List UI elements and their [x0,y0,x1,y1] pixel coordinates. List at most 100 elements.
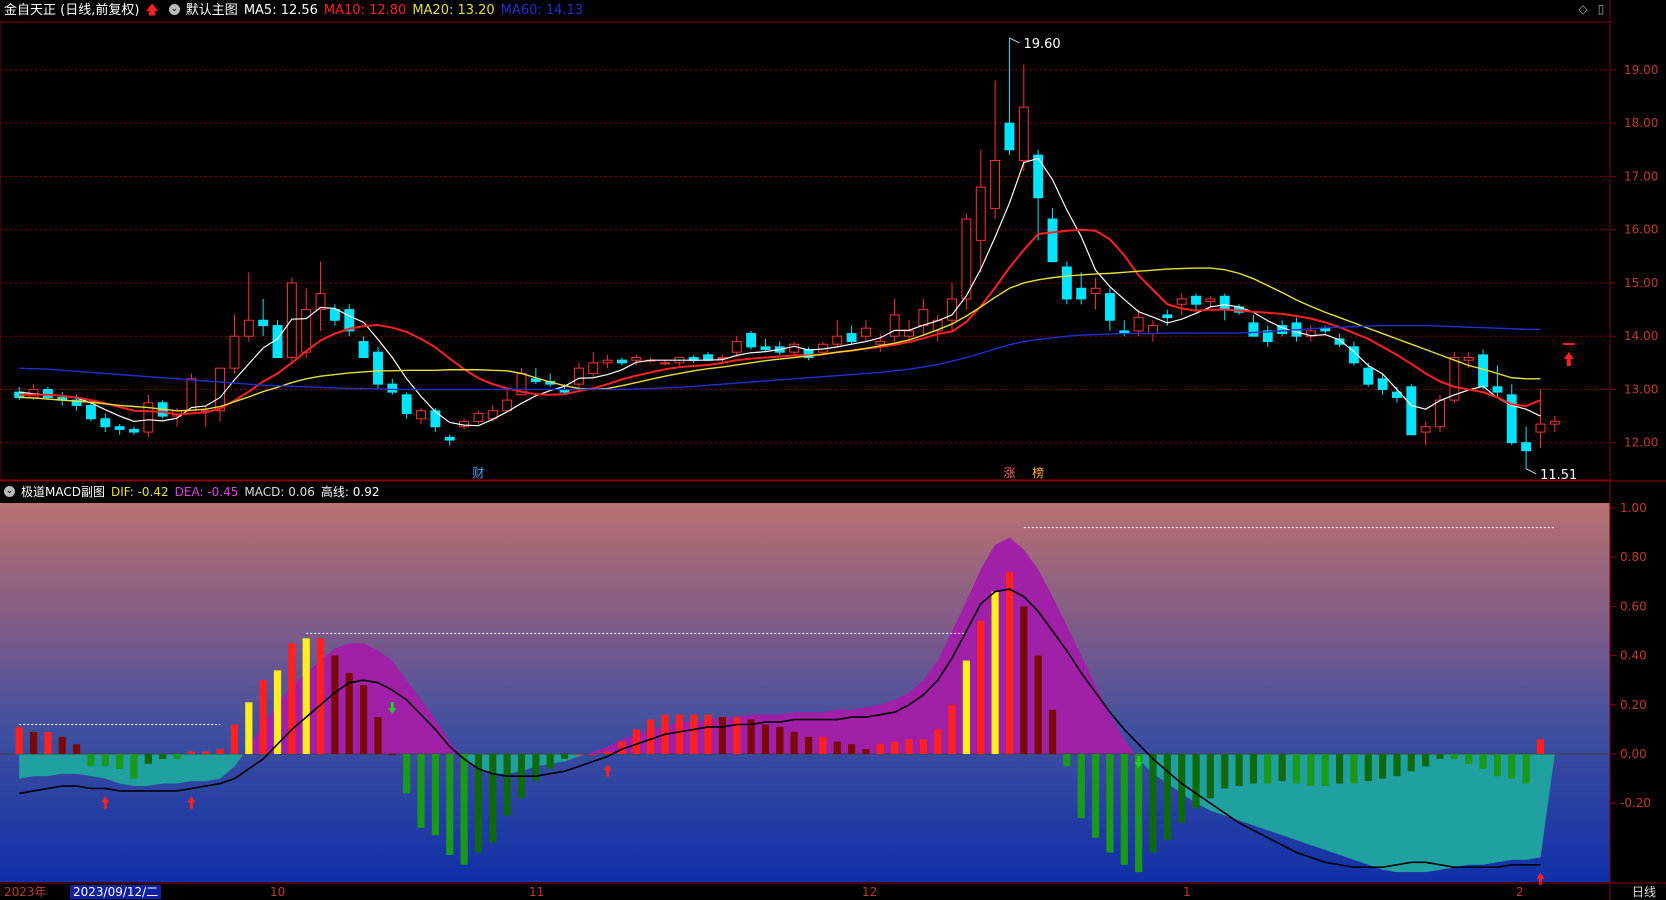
macd-histogram-bar [718,717,727,755]
candle-body [588,362,599,374]
indicator-name[interactable]: 极道MACD副图 [21,485,105,499]
macd-histogram-bar [1192,754,1200,809]
candle-body [617,359,627,364]
macd-histogram-bar [431,754,439,836]
candle-body [731,341,742,353]
candle-body [1205,298,1216,303]
price-tick-label: 14.00 [1624,329,1658,343]
macd-histogram-bar [1149,754,1157,853]
scroll-lock-icon[interactable]: ▯ [1594,2,1608,16]
chart-template-label[interactable]: 默认主图 [186,3,238,18]
month-label: 10 [270,885,286,899]
macd-histogram-bar [847,744,856,755]
high-line-label: 高线: 0.92 [320,485,380,499]
candle-body [760,346,771,351]
red-up-arrow-icon: 🡅 [145,3,159,18]
macd-tick-label: 0.60 [1620,599,1647,613]
event-tag: 财 [472,466,484,480]
macd-histogram-bar [44,731,52,755]
macd-histogram-bar [704,714,712,755]
macd-histogram-bar [1379,754,1387,779]
candle [286,277,297,363]
macd-histogram-bar [1020,606,1028,755]
macd-histogram-bar [1178,754,1186,823]
macd-histogram-bar [1048,709,1057,755]
candle [85,402,96,422]
macd-tick-label: 0.20 [1620,698,1647,712]
candle-body [416,410,426,420]
macd-histogram-bar [776,726,784,755]
candle-body [1535,423,1546,433]
macd-histogram-bar [991,591,999,755]
macd-histogram-bar [403,754,411,794]
candle-body [85,404,96,420]
period-label[interactable]: 日线 [1632,884,1656,900]
macd-panel[interactable] [0,503,1610,885]
candle-body [1492,386,1503,393]
dea-label: DEA: -0.45 [174,485,239,499]
macd-histogram-bar [216,749,224,755]
high-price-label: 19.60 [1023,37,1060,52]
candle-body [746,333,757,348]
price-panel[interactable]: 19.60 11.51 财 涨 榜 [0,21,1666,483]
candle [746,330,757,350]
month-label: 11 [529,885,545,899]
macd-histogram-bar [374,717,382,755]
macd-histogram-bar [1522,754,1530,784]
year-label: 2023年 [4,885,47,899]
macd-histogram-bar [1292,754,1301,784]
macd-histogram-bar [1508,754,1516,779]
macd-tick-label: 1.00 [1620,501,1647,515]
macd-histogram-bar [489,754,497,843]
candle-body [286,282,297,359]
candle-body [990,159,1001,209]
time-axis[interactable]: 2023年 2023/09/12/二 10 11 12 1 2 日线 [0,884,1666,900]
candle-body [832,335,843,345]
candle-body [430,410,441,428]
collapse-toggle-icon[interactable]: ⌄ [4,486,15,497]
macd-histogram-bar [144,754,152,764]
macd-histogram-bar [1450,754,1458,759]
candle-body [975,186,986,241]
macd-histogram-bar [532,754,540,782]
macd-histogram-bar [460,754,468,865]
ma60-label: MA60: 14.13 [500,3,584,18]
macd-tick-label: 0.00 [1620,747,1647,761]
stock-title[interactable]: 金自天正 (日线,前复权) [4,3,139,18]
candle-body [918,309,929,327]
macd-histogram-bar [1091,754,1100,838]
candle-body [401,394,412,414]
macd-histogram-bar [804,736,813,755]
macd-histogram-bar [1436,754,1444,759]
candle-body [631,357,642,361]
macd-histogram-bar [1335,754,1344,784]
candle-body [703,354,714,361]
macd-histogram-bar [1221,754,1229,789]
candle-body [502,399,513,412]
macd-histogram-bar [790,731,798,755]
macd-histogram-bar [1249,754,1258,784]
candle-body [114,426,125,430]
macd-histogram-bar [417,754,425,828]
chart-canvas: 19.6011.51财涨榜 19.0018.0017.0016.0015.001… [0,0,1666,900]
macd-histogram-bar [1350,754,1358,784]
diamond-icon[interactable]: ◇ [1576,2,1590,16]
candle-body [444,436,455,441]
candle-body [129,428,139,433]
macd-histogram-bar [159,754,167,759]
candle-body [889,314,900,337]
macd-histogram-bar [1034,655,1042,755]
macd-histogram-bar [302,638,310,755]
candle-body [875,341,886,345]
candle-body [243,319,254,337]
macd-histogram-bar [1264,754,1272,784]
dif-label: DIF: -0.42 [110,485,169,499]
candle-body [860,327,871,337]
collapse-toggle-icon[interactable]: ⌄ [168,4,180,15]
price-tick-label: 15.00 [1624,276,1658,290]
macd-histogram-bar [1493,754,1502,777]
macd-histogram-bar [1235,754,1243,787]
candle-body [1061,266,1072,300]
macd-histogram-bar [833,741,841,755]
candle-body [1420,426,1431,433]
